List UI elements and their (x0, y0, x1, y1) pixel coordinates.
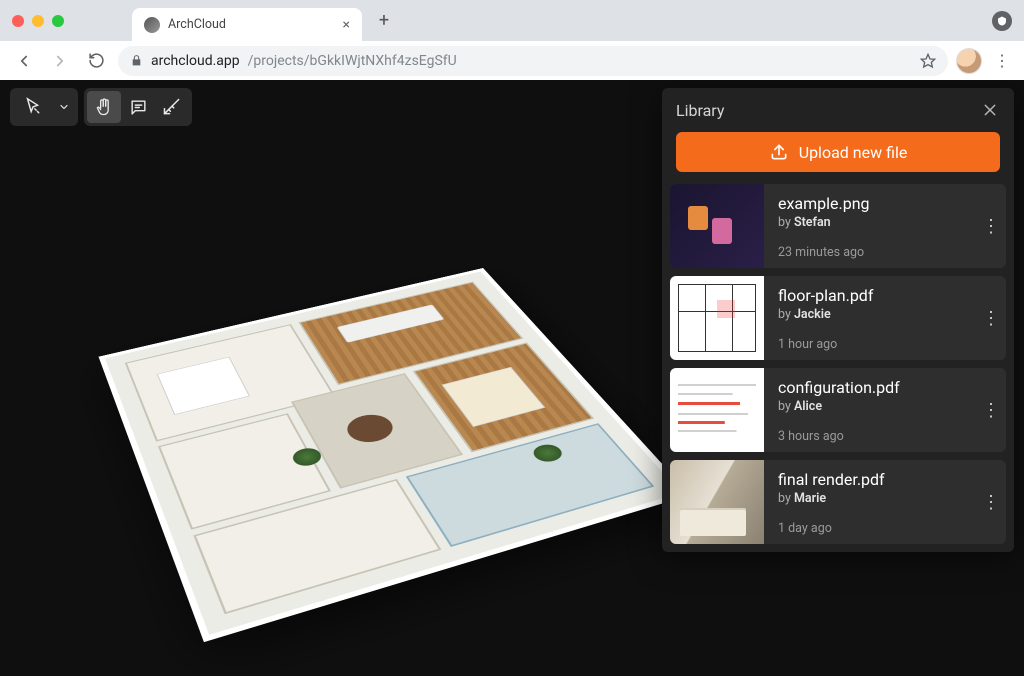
browser-titlebar: ArchCloud × + (0, 0, 1024, 41)
file-meta: final render.pdf by Marie 1 day ago (764, 460, 976, 544)
file-name: floor-plan.pdf (778, 286, 970, 305)
file-menu-button[interactable]: ⋮ (976, 276, 1006, 360)
file-author: by Jackie (778, 307, 970, 322)
library-panel: Library Upload new file example.png by S… (662, 88, 1014, 552)
library-panel-header: Library (662, 88, 1014, 130)
file-card[interactable]: example.png by Stefan 23 minutes ago ⋮ (670, 184, 1006, 268)
window-minimize-button[interactable] (32, 15, 44, 27)
toolbar (10, 88, 192, 126)
file-menu-button[interactable]: ⋮ (976, 184, 1006, 268)
file-author: by Stefan (778, 215, 970, 230)
library-panel-title: Library (676, 101, 724, 120)
library-close-button[interactable] (980, 100, 1000, 120)
tab-title: ArchCloud (168, 17, 335, 32)
file-time: 3 hours ago (778, 429, 970, 444)
address-bar[interactable]: archcloud.app/projects/bGkkIWjtNXhf4zsEg… (118, 46, 948, 76)
file-name: example.png (778, 194, 970, 213)
upload-file-label: Upload new file (799, 143, 908, 162)
file-meta: floor-plan.pdf by Jackie 1 hour ago (764, 276, 976, 360)
tool-comment-button[interactable] (121, 91, 155, 123)
file-meta: example.png by Stefan 23 minutes ago (764, 184, 976, 268)
tab-close-button[interactable]: × (343, 18, 350, 32)
file-list: example.png by Stefan 23 minutes ago ⋮ f… (662, 184, 1014, 544)
file-time: 1 hour ago (778, 337, 970, 352)
tab-favicon-icon (144, 17, 160, 33)
window-zoom-button[interactable] (52, 15, 64, 27)
url-path: /projects/bGkkIWjtNXhf4zsEgSfU (248, 53, 457, 69)
tool-select-button[interactable] (13, 91, 53, 123)
tool-select-dropdown[interactable] (53, 91, 75, 123)
file-thumbnail (670, 184, 764, 268)
app-canvas: Library Upload new file example.png by S… (0, 80, 1024, 676)
upload-file-button[interactable]: Upload new file (676, 132, 1000, 172)
window-controls (12, 15, 64, 27)
file-name: configuration.pdf (778, 378, 970, 397)
nav-reload-button[interactable] (82, 47, 110, 75)
lock-icon (130, 54, 143, 67)
file-time: 1 day ago (778, 521, 970, 536)
file-card[interactable]: final render.pdf by Marie 1 day ago ⋮ (670, 460, 1006, 544)
profile-badge-icon[interactable] (992, 11, 1012, 31)
file-thumbnail (670, 460, 764, 544)
tool-pan-button[interactable] (87, 91, 121, 123)
file-author: by Alice (778, 399, 970, 414)
nav-forward-button[interactable] (46, 47, 74, 75)
file-author: by Marie (778, 491, 970, 506)
window-close-button[interactable] (12, 15, 24, 27)
tool-group-cursor (10, 88, 78, 126)
new-tab-button[interactable]: + (370, 7, 398, 35)
browser-toolbar: archcloud.app/projects/bGkkIWjtNXhf4zsEg… (0, 41, 1024, 80)
file-thumbnail (670, 368, 764, 452)
browser-chrome: ArchCloud × + archcloud.app/projects/bGk… (0, 0, 1024, 80)
url-host: archcloud.app (151, 53, 240, 69)
tool-group-view (84, 88, 192, 126)
file-card[interactable]: floor-plan.pdf by Jackie 1 hour ago ⋮ (670, 276, 1006, 360)
file-card[interactable]: configuration.pdf by Alice 3 hours ago ⋮ (670, 368, 1006, 452)
nav-back-button[interactable] (10, 47, 38, 75)
browser-tab[interactable]: ArchCloud × (132, 8, 362, 42)
floorplan-model (99, 268, 691, 642)
floorplan-viewport[interactable] (91, 151, 650, 676)
bookmark-star-icon[interactable] (920, 53, 936, 69)
file-thumbnail (670, 276, 764, 360)
file-meta: configuration.pdf by Alice 3 hours ago (764, 368, 976, 452)
file-menu-button[interactable]: ⋮ (976, 460, 1006, 544)
profile-avatar[interactable] (956, 48, 982, 74)
browser-menu-button[interactable]: ⋮ (990, 51, 1014, 70)
file-time: 23 minutes ago (778, 245, 970, 260)
file-menu-button[interactable]: ⋮ (976, 368, 1006, 452)
file-name: final render.pdf (778, 470, 970, 489)
tool-measure-button[interactable] (155, 91, 189, 123)
